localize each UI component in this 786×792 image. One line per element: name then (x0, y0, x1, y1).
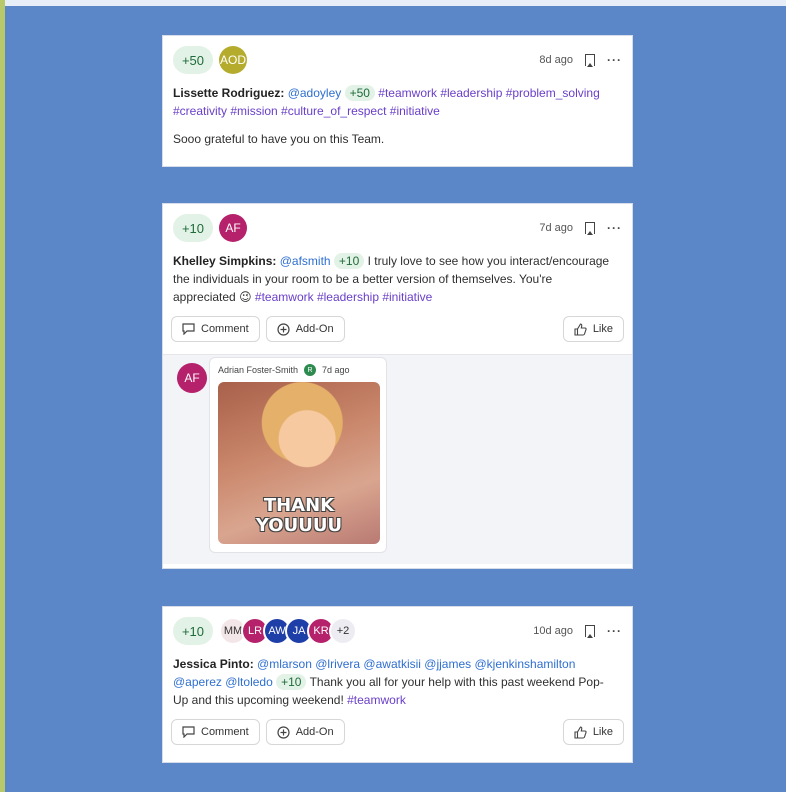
post-card: +10 AF 7d ago ··· Khelley Simpkins: @afs… (162, 203, 633, 569)
points-badge: +10 (173, 617, 213, 645)
mention-link[interactable]: @adoyley (288, 86, 342, 100)
more-recipients-count[interactable]: +2 (329, 617, 357, 645)
mention-link[interactable]: @afsmith (280, 254, 331, 268)
bookmark-icon[interactable] (585, 222, 595, 235)
comment-button-label: Comment (201, 323, 249, 335)
hashtag-list[interactable]: #teamwork #leadership #initiative (255, 290, 432, 304)
reply-comment: Adrian Foster-Smith R 7d ago THANK YOUUU… (209, 357, 387, 553)
comment-icon (182, 323, 195, 335)
thank-you-gif[interactable]: THANK YOUUUU (218, 382, 380, 544)
post-message: Lissette Rodriguez: @adoyley +50 #teamwo… (163, 84, 632, 120)
post-header: +10 AF 7d ago ··· (163, 204, 632, 252)
bookmark-icon[interactable] (585, 54, 595, 67)
avatar[interactable]: AF (219, 214, 247, 242)
message-text: Thank you all for your help with this pa… (309, 675, 604, 689)
hashtag-list[interactable]: #teamwork (347, 693, 406, 707)
reply-author[interactable]: Adrian Foster-Smith (218, 365, 298, 375)
like-icon (574, 322, 587, 336)
message-text: I truly love to see how you interact/enc… (367, 254, 610, 268)
like-button[interactable]: Like (562, 316, 624, 342)
like-button-label: Like (592, 323, 613, 335)
post-author: Lissette Rodriguez: (173, 86, 285, 100)
like-icon (574, 725, 587, 739)
top-edge-bar (5, 0, 786, 6)
add-on-icon (277, 322, 290, 336)
hashtag-list[interactable]: #creativity #mission #culture_of_respect… (173, 104, 440, 118)
add-on-button[interactable]: Add-On (265, 316, 345, 342)
post-time: 8d ago (539, 54, 573, 66)
more-icon[interactable]: ··· (607, 624, 622, 638)
points-badge: +10 (173, 214, 213, 242)
post-time: 10d ago (533, 625, 573, 637)
like-button[interactable]: Like (562, 719, 624, 745)
post-card: +10 MM LR AW JA KR +2 10d ago ··· Jessic… (162, 606, 633, 763)
more-icon[interactable]: ··· (607, 221, 622, 235)
add-on-button-label: Add-On (295, 726, 334, 738)
post-author: Khelley Simpkins: (173, 254, 277, 268)
role-badge: R (304, 364, 317, 376)
wink-emoji-icon: 😉 (239, 290, 252, 304)
left-edge-stripe (0, 0, 5, 792)
gif-caption: THANK YOUUUU (218, 496, 380, 536)
reply-time: 7d ago (322, 365, 350, 375)
reply-avatar[interactable]: AF (177, 363, 207, 393)
message-text: Up and this upcoming weekend! (173, 693, 344, 707)
comment-button[interactable]: Comment (171, 316, 260, 342)
add-on-icon (277, 725, 290, 739)
post-card: +50 AOD 8d ago ··· Lissette Rodriguez: @… (162, 35, 633, 167)
hashtag-list[interactable]: #teamwork #leadership #problem_solving (378, 86, 599, 100)
post-message: Jessica Pinto: @mlarson @lrivera @awatki… (163, 655, 632, 709)
like-button-label: Like (592, 726, 613, 738)
post-note: Sooo grateful to have you on this Team. (173, 132, 385, 146)
message-text: appreciated (173, 290, 236, 304)
post-author: Jessica Pinto: (173, 657, 254, 671)
post-actions: Comment Add-On Like (163, 709, 632, 757)
message-text: the individuals in your room to be a bet… (173, 272, 553, 286)
comment-button[interactable]: Comment (171, 719, 260, 745)
post-message: Khelley Simpkins: @afsmith +10 I truly l… (163, 252, 632, 306)
inline-points: +10 (333, 253, 365, 269)
reply-meta: Adrian Foster-Smith R 7d ago (210, 358, 386, 382)
avatar[interactable]: AOD (219, 46, 247, 74)
post-time: 7d ago (539, 222, 573, 234)
comment-icon (182, 726, 195, 738)
more-icon[interactable]: ··· (607, 53, 622, 67)
mention-list[interactable]: @mlarson @lrivera @awatkisii @jjames @kj… (257, 657, 575, 671)
gif-caption-line: THANK (263, 495, 335, 516)
mention-list[interactable]: @aperez @ltoledo (173, 675, 273, 689)
gif-caption-line: YOUUUU (255, 515, 343, 536)
points-badge: +50 (173, 46, 213, 74)
add-on-button[interactable]: Add-On (265, 719, 345, 745)
add-on-button-label: Add-On (295, 323, 334, 335)
post-header: +10 MM LR AW JA KR +2 10d ago ··· (163, 607, 632, 655)
post-header: +50 AOD 8d ago ··· (163, 36, 632, 84)
inline-points: +10 (276, 674, 307, 690)
avatar-stack[interactable]: MM LR AW JA KR +2 (219, 617, 357, 645)
comment-button-label: Comment (201, 726, 249, 738)
inline-points: +50 (344, 85, 375, 101)
post-actions: Comment Add-On Like (163, 306, 632, 354)
comment-thread: AF Adrian Foster-Smith R 7d ago THANK YO… (163, 354, 632, 564)
bookmark-icon[interactable] (585, 625, 595, 638)
